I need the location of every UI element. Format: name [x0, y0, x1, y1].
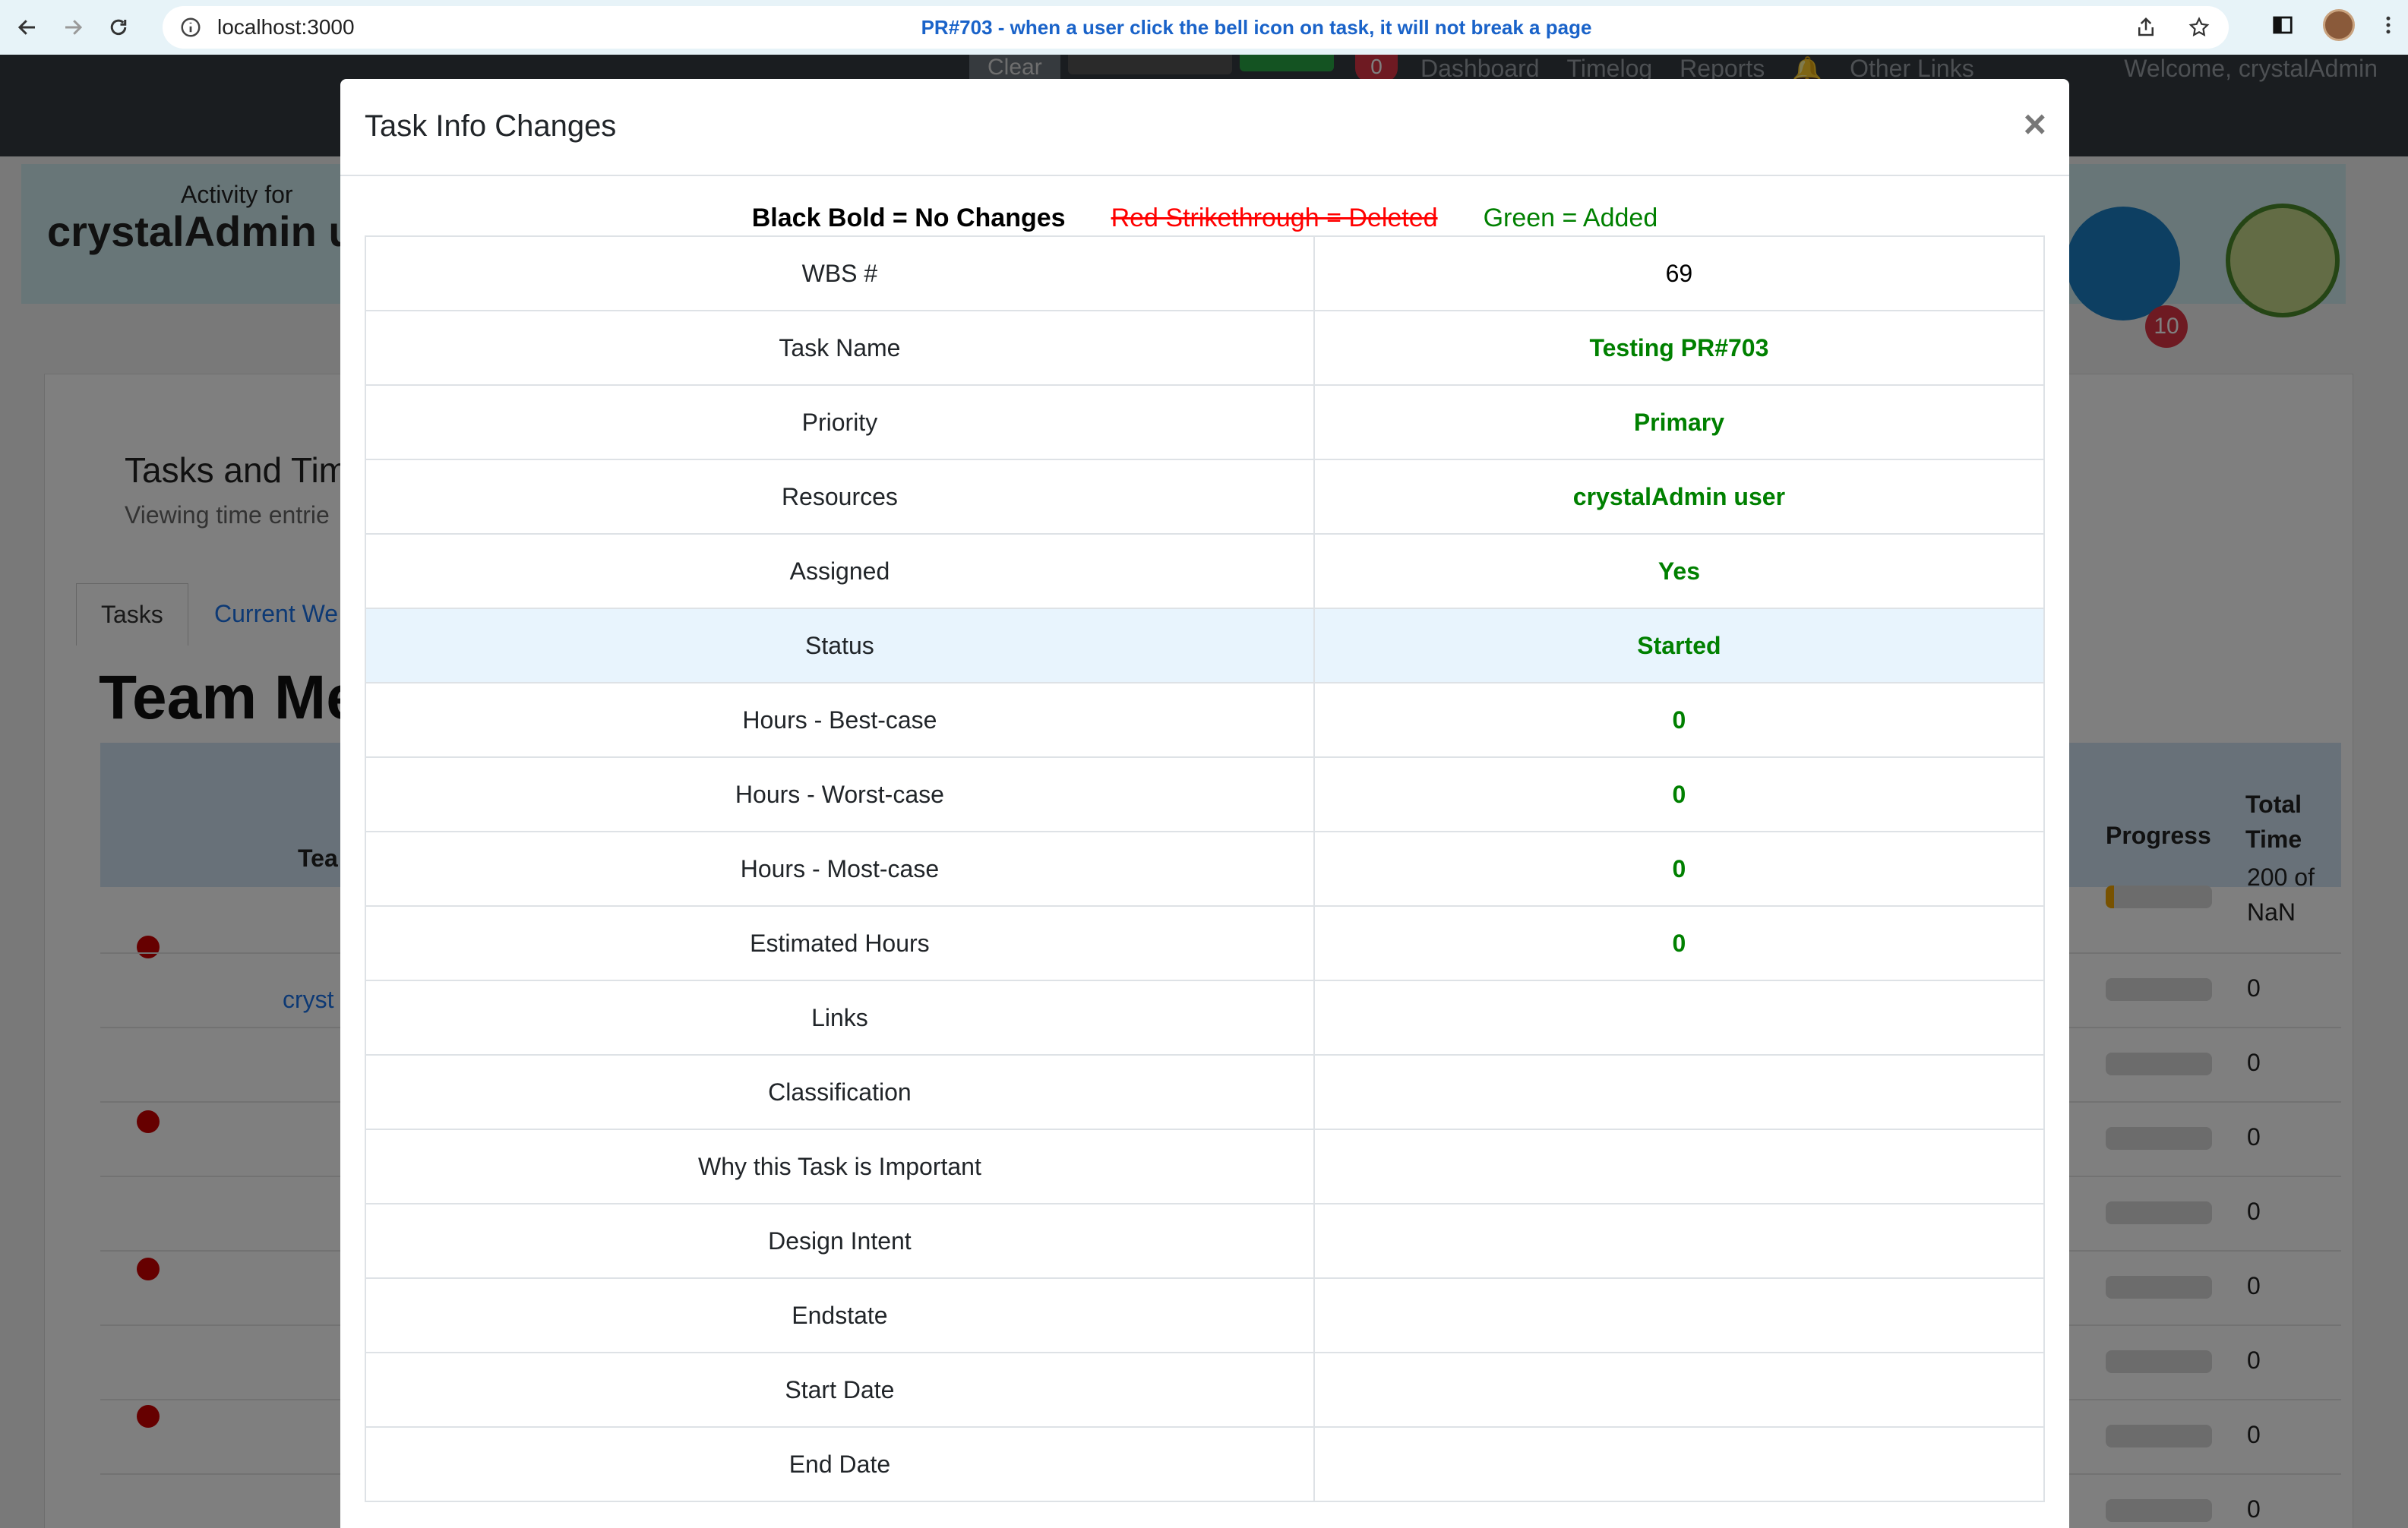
info-row: Hours - Most-case 0 [365, 831, 2046, 907]
info-row-label: Resources [365, 459, 1315, 535]
info-row-label: Why this Task is Important [365, 1129, 1315, 1204]
info-row: Status Started [365, 608, 2046, 683]
info-row: Estimated Hours 0 [365, 905, 2046, 981]
info-row-value: Yes [1313, 533, 2046, 609]
info-row: Design Intent [365, 1203, 2046, 1279]
side-panel-icon[interactable] [2271, 14, 2294, 36]
info-row-label: Links [365, 980, 1315, 1056]
info-row-value [1313, 1352, 2046, 1428]
share-icon[interactable] [2135, 16, 2157, 39]
info-row-value [1313, 1203, 2046, 1279]
info-row: Priority Primary [365, 384, 2046, 460]
legend-deleted: Red Strikethrough = Deleted [1111, 204, 1438, 232]
info-row: Assigned Yes [365, 533, 2046, 609]
info-row: Endstate [365, 1277, 2046, 1353]
info-icon[interactable] [179, 16, 202, 39]
info-row-value: 0 [1313, 756, 2046, 832]
info-row-value: Primary [1313, 384, 2046, 460]
url-text[interactable]: localhost:3000 [217, 15, 355, 39]
address-bar[interactable]: localhost:3000 PR#703 - when a user clic… [163, 6, 2229, 49]
info-row: Links [365, 980, 2046, 1056]
info-row-value: 69 [1313, 235, 2046, 311]
info-row: Why this Task is Important [365, 1129, 2046, 1204]
info-row: Classification [365, 1054, 2046, 1130]
close-icon[interactable]: × [2024, 102, 2046, 147]
info-row: End Date [365, 1426, 2046, 1502]
info-row-value [1313, 1129, 2046, 1204]
info-row-value: Testing PR#703 [1313, 310, 2046, 386]
info-row-label: Assigned [365, 533, 1315, 609]
modal-header: Task Info Changes × [340, 79, 2069, 176]
info-row-label: Start Date [365, 1352, 1315, 1428]
info-row: Task Name Testing PR#703 [365, 310, 2046, 386]
profile-avatar[interactable] [2323, 9, 2355, 41]
modal-title: Task Info Changes [365, 109, 617, 143]
legend-added: Green = Added [1483, 204, 1658, 232]
legend-no-changes: Black Bold = No Changes [751, 204, 1066, 232]
info-row-label: Hours - Most-case [365, 831, 1315, 907]
info-row-label: Estimated Hours [365, 905, 1315, 981]
info-row-label: Hours - Best-case [365, 682, 1315, 758]
info-row-label: Endstate [365, 1277, 1315, 1353]
info-row: WBS #69 [365, 235, 2046, 311]
bookmark-star-icon[interactable] [2188, 16, 2210, 39]
forward-icon[interactable] [55, 9, 91, 46]
info-row-value [1313, 1054, 2046, 1130]
info-row-value [1313, 980, 2046, 1056]
info-row-value: 0 [1313, 905, 2046, 981]
info-row-value [1313, 1277, 2046, 1353]
browser-toolbar: localhost:3000 PR#703 - when a user clic… [0, 0, 2408, 55]
info-row-value [1313, 1426, 2046, 1502]
info-row-label: Status [365, 608, 1315, 683]
info-row-value: crystalAdmin user [1313, 459, 2046, 535]
info-row-value: Started [1313, 608, 2046, 683]
task-info-table: WBS #69 Task Name Testing PR#703 Priority Pr… [365, 235, 2046, 1502]
reload-icon[interactable] [100, 9, 137, 46]
info-row: Resources crystalAdmin user [365, 459, 2046, 535]
info-row-label: Priority [365, 384, 1315, 460]
info-row-value: 0 [1313, 831, 2046, 907]
info-row: Start Date [365, 1352, 2046, 1428]
change-legend: Black Bold = No Changes Red Strikethroug… [340, 204, 2069, 233]
info-row-label: Classification [365, 1054, 1315, 1130]
info-row-label: Task Name [365, 310, 1315, 386]
info-row-label: WBS # [365, 235, 1315, 311]
info-row: Hours - Best-case 0 [365, 682, 2046, 758]
more-menu-icon[interactable] [2384, 14, 2393, 36]
info-row-label: End Date [365, 1426, 1315, 1502]
info-row: Hours - Worst-case 0 [365, 756, 2046, 832]
back-icon[interactable] [9, 9, 46, 46]
info-row-value: 0 [1313, 682, 2046, 758]
task-info-changes-modal: Task Info Changes × Black Bold = No Chan… [340, 79, 2069, 1528]
page-tab-title: PR#703 - when a user click the bell icon… [921, 15, 1592, 39]
info-row-label: Design Intent [365, 1203, 1315, 1279]
info-row-label: Hours - Worst-case [365, 756, 1315, 832]
